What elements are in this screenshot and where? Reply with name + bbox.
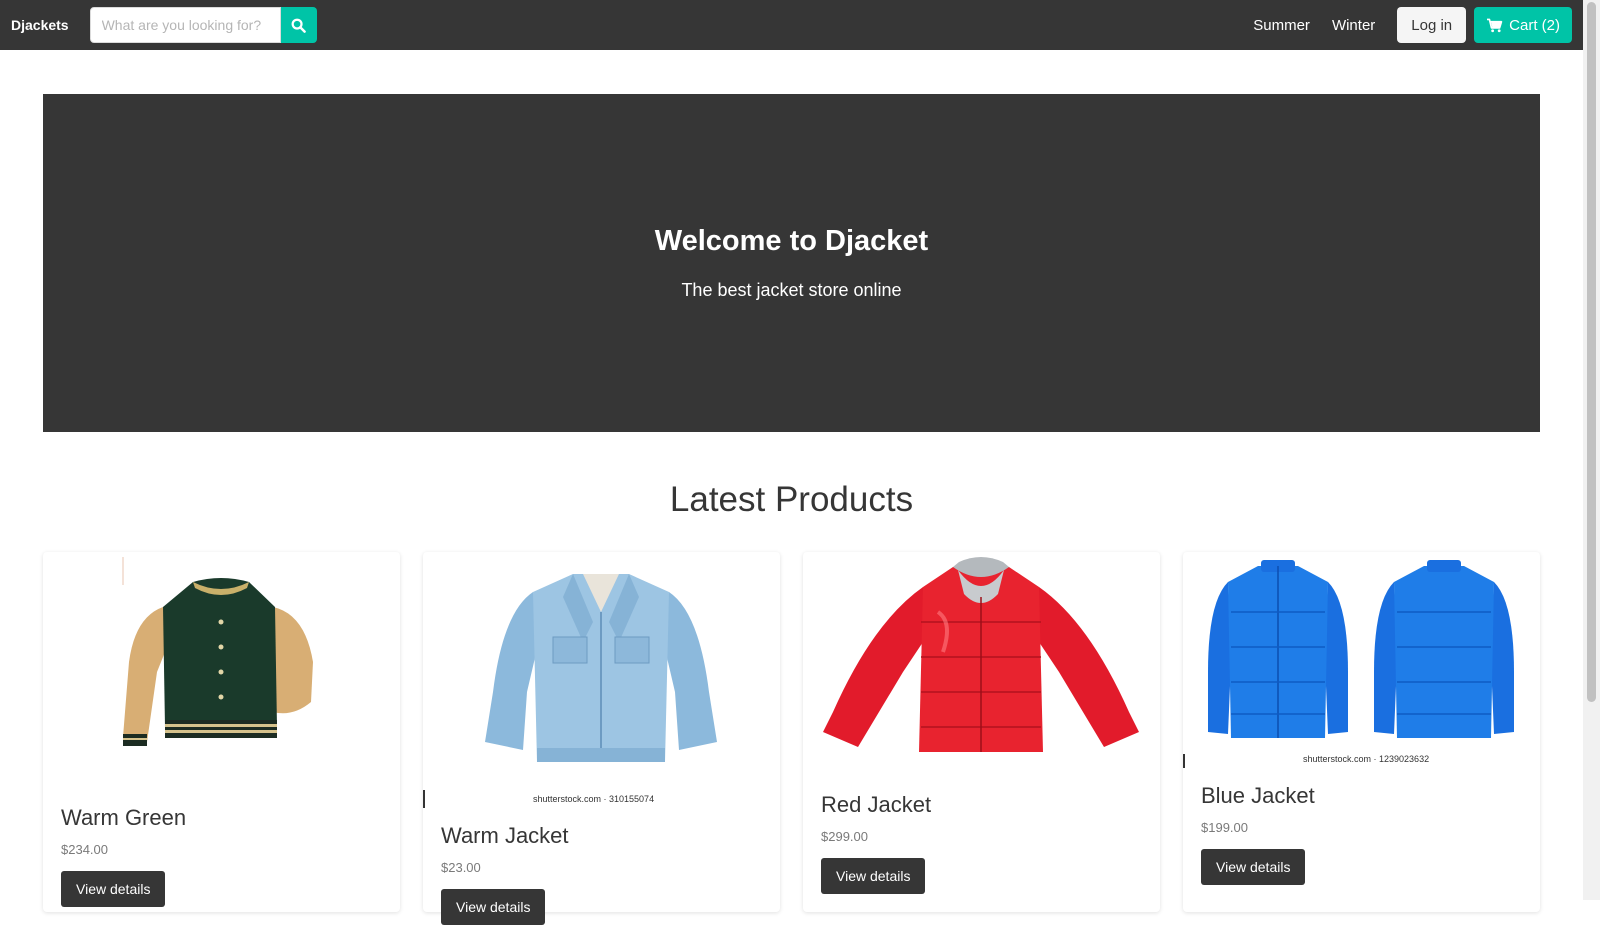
hero-title: Welcome to Djacket	[654, 225, 929, 257]
search-button[interactable]	[280, 7, 317, 43]
search-icon	[291, 18, 306, 33]
green-varsity-jacket-image	[122, 557, 313, 746]
product-price: $199.00	[1201, 820, 1248, 835]
section-title: Latest Products	[669, 480, 914, 519]
product-name[interactable]: Warm Jacket	[441, 823, 569, 849]
scrollbar-thumb[interactable]	[1587, 2, 1596, 702]
view-details-button[interactable]: View details	[1201, 849, 1306, 885]
product-card: Warm Green $234.00 View details	[43, 552, 400, 912]
navbar-end: Summer Winter Log in Cart (2)	[1242, 0, 1583, 50]
navbar: Djackets Summer Winter Log in Cart (2)	[0, 0, 1583, 50]
cart-label: Cart (2)	[1509, 16, 1560, 34]
nav-link-winter[interactable]: Winter	[1321, 17, 1386, 34]
search-form	[89, 7, 317, 43]
scrollbar[interactable]	[1583, 0, 1600, 900]
product-price: $299.00	[821, 829, 868, 844]
product-name[interactable]: Red Jacket	[821, 792, 931, 818]
product-price: $23.00	[441, 860, 481, 875]
login-button[interactable]: Log in	[1397, 7, 1467, 43]
product-card: shutterstock.com · 310155074 Warm Jacket…	[423, 552, 780, 925]
blue-puffer-jacket-image: shutterstock.com · 1239023632	[1183, 560, 1514, 768]
brand-logo[interactable]: Djackets	[11, 17, 69, 33]
product-card: Red Jacket $299.00 View details	[803, 552, 1160, 912]
nav-link-summer[interactable]: Summer	[1242, 17, 1321, 34]
red-puffer-jacket-image	[823, 557, 1139, 752]
product-price: $234.00	[61, 842, 108, 857]
view-details-button[interactable]: View details	[821, 858, 926, 894]
watermark-text: shutterstock.com · 310155074	[533, 794, 654, 804]
hero-banner: Welcome to Djacket The best jacket store…	[43, 94, 1540, 432]
view-details-button[interactable]: View details	[61, 871, 166, 907]
product-name[interactable]: Blue Jacket	[1201, 783, 1315, 809]
cart-icon	[1487, 18, 1503, 32]
denim-jacket-image: shutterstock.com · 310155074	[423, 574, 717, 808]
search-input[interactable]	[89, 7, 281, 43]
product-name[interactable]: Warm Green	[61, 805, 186, 831]
hero-subtitle: The best jacket store online	[681, 280, 902, 300]
cart-button[interactable]: Cart (2)	[1474, 7, 1572, 43]
product-card: shutterstock.com · 1239023632 Blue Jacke…	[1183, 552, 1540, 912]
watermark-text: shutterstock.com · 1239023632	[1303, 754, 1429, 764]
view-details-button[interactable]: View details	[441, 889, 546, 925]
